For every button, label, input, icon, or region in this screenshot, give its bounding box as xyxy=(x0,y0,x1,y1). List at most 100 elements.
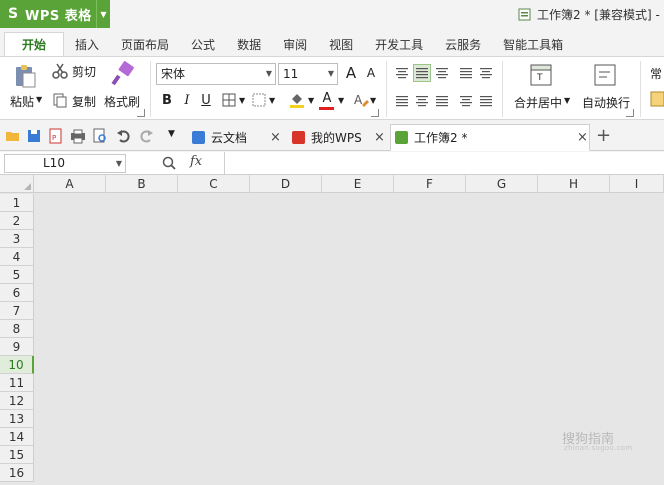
row-header[interactable]: 8 xyxy=(0,320,34,338)
italic-button[interactable]: I xyxy=(178,91,196,109)
justify-icon[interactable] xyxy=(458,93,474,109)
doc-tab-1[interactable]: 我的WPS × xyxy=(288,124,388,151)
font-size-select[interactable]: 11 ▼ xyxy=(278,63,338,85)
format-painter-button[interactable]: 格式刷 xyxy=(104,93,140,110)
decrease-indent-icon[interactable] xyxy=(458,65,474,81)
tab-8[interactable]: 云服务 xyxy=(434,32,492,56)
distributed-icon[interactable] xyxy=(478,93,494,109)
conditional-format-icon[interactable] xyxy=(650,91,664,107)
increase-indent-icon[interactable] xyxy=(478,65,494,81)
close-icon[interactable]: × xyxy=(374,130,385,145)
merge-center-button[interactable]: 合并居中 xyxy=(514,94,562,111)
column-header[interactable]: F xyxy=(394,175,466,193)
zoom-search-icon[interactable] xyxy=(162,156,177,171)
row-header[interactable]: 1 xyxy=(0,194,34,212)
name-box[interactable]: L10 ▼ xyxy=(4,154,126,173)
tab-3[interactable]: 公式 xyxy=(180,32,226,56)
customize-quick-access-icon[interactable]: ▼ xyxy=(168,129,175,139)
app-menu-button[interactable]: S WPS 表格 ▼ xyxy=(0,0,110,28)
tab-2[interactable]: 页面布局 xyxy=(110,32,180,56)
fill-pattern-icon[interactable] xyxy=(252,93,266,107)
column-header[interactable]: I xyxy=(610,175,664,193)
doc-tab-2[interactable]: 工作簿2 * × xyxy=(390,124,590,151)
app-menu-dropdown-icon[interactable]: ▼ xyxy=(96,0,110,28)
doc-tab-0[interactable]: 云文档 × xyxy=(188,124,284,151)
align-bottom-icon[interactable] xyxy=(434,65,450,81)
row-header[interactable]: 7 xyxy=(0,302,34,320)
wrap-text-button[interactable]: 自动换行 xyxy=(582,94,630,111)
tab-5[interactable]: 审阅 xyxy=(272,32,318,56)
underline-button[interactable]: U xyxy=(197,91,215,109)
cell-style-partial[interactable]: 常 xyxy=(650,65,662,82)
fill-pattern-dropdown-icon[interactable]: ▼ xyxy=(269,96,275,105)
row-header[interactable]: 2 xyxy=(0,212,34,230)
print-icon[interactable] xyxy=(70,128,86,144)
column-header[interactable]: E xyxy=(322,175,394,193)
merge-center-dropdown-icon[interactable]: ▼ xyxy=(564,96,570,105)
fill-color-icon[interactable] xyxy=(289,91,305,108)
open-folder-icon[interactable] xyxy=(5,128,21,144)
new-tab-button[interactable]: + xyxy=(596,125,611,146)
align-middle-icon[interactable] xyxy=(413,64,431,82)
align-center-icon[interactable] xyxy=(414,93,430,109)
row-header[interactable]: 12 xyxy=(0,392,34,410)
row-header[interactable]: 9 xyxy=(0,338,34,356)
column-header[interactable]: G xyxy=(466,175,538,193)
clipboard-group-launcher[interactable] xyxy=(137,109,145,117)
print-preview-icon[interactable] xyxy=(92,128,108,144)
font-color-dropdown-icon[interactable]: ▼ xyxy=(338,96,344,105)
row-header[interactable]: 16 xyxy=(0,464,34,482)
row-header[interactable]: 10 xyxy=(0,356,34,374)
align-right-icon[interactable] xyxy=(434,93,450,109)
column-header[interactable]: A xyxy=(34,175,106,193)
row-header[interactable]: 14 xyxy=(0,428,34,446)
copy-button[interactable]: 复制 xyxy=(72,93,96,110)
cut-button[interactable]: 剪切 xyxy=(72,63,96,80)
redo-icon[interactable] xyxy=(138,128,154,144)
select-all-corner[interactable] xyxy=(0,175,34,193)
row-header[interactable]: 15 xyxy=(0,446,34,464)
align-left-icon[interactable] xyxy=(394,93,410,109)
close-icon[interactable]: × xyxy=(577,130,588,145)
tab-4[interactable]: 数据 xyxy=(226,32,272,56)
close-icon[interactable]: × xyxy=(270,130,281,145)
clear-format-icon[interactable]: A xyxy=(353,92,369,108)
bold-button[interactable]: B xyxy=(158,91,176,109)
paste-dropdown-icon[interactable]: ▼ xyxy=(36,95,42,104)
row-header[interactable]: 4 xyxy=(0,248,34,266)
row-header[interactable]: 13 xyxy=(0,410,34,428)
save-icon[interactable] xyxy=(26,128,42,144)
tab-6[interactable]: 视图 xyxy=(318,32,364,56)
paste-button[interactable]: 粘贴 xyxy=(10,93,34,110)
tab-9[interactable]: 智能工具箱 xyxy=(492,32,574,56)
border-icon[interactable] xyxy=(222,93,236,107)
formula-input[interactable] xyxy=(224,152,664,174)
tab-1[interactable]: 插入 xyxy=(64,32,110,56)
paste-icon[interactable] xyxy=(12,63,38,89)
spreadsheet-grid[interactable]: ABCDEFGHI 1 2 3 4 5 6 7 8 9 10 11 12 13 14 15 16 搜狗指南 z… xyxy=(0,175,664,485)
grow-font-button[interactable]: A xyxy=(342,64,360,82)
undo-icon[interactable] xyxy=(116,128,132,144)
tab-0[interactable]: 开始 xyxy=(4,32,65,56)
align-top-icon[interactable] xyxy=(394,65,410,81)
font-name-select[interactable]: 宋体 ▼ xyxy=(156,63,276,85)
column-header[interactable]: H xyxy=(538,175,610,193)
border-dropdown-icon[interactable]: ▼ xyxy=(239,96,245,105)
row-header[interactable]: 3 xyxy=(0,230,34,248)
row-header[interactable]: 11 xyxy=(0,374,34,392)
row-header[interactable]: 5 xyxy=(0,266,34,284)
column-header[interactable]: C xyxy=(178,175,250,193)
insert-function-button[interactable]: fx xyxy=(190,154,202,169)
clear-format-dropdown-icon[interactable]: ▼ xyxy=(370,96,376,105)
font-group-launcher[interactable] xyxy=(371,109,379,117)
export-pdf-icon[interactable]: P xyxy=(48,128,64,144)
tab-7[interactable]: 开发工具 xyxy=(364,32,434,56)
font-color-button[interactable]: A xyxy=(318,89,336,107)
alignment-group-launcher[interactable] xyxy=(626,109,634,117)
window-title: 工作簿2 * [兼容模式] - xyxy=(518,6,660,23)
column-header[interactable]: D xyxy=(250,175,322,193)
row-header[interactable]: 6 xyxy=(0,284,34,302)
column-header[interactable]: B xyxy=(106,175,178,193)
shrink-font-button[interactable]: A xyxy=(362,64,380,82)
fill-color-dropdown-icon[interactable]: ▼ xyxy=(308,96,314,105)
